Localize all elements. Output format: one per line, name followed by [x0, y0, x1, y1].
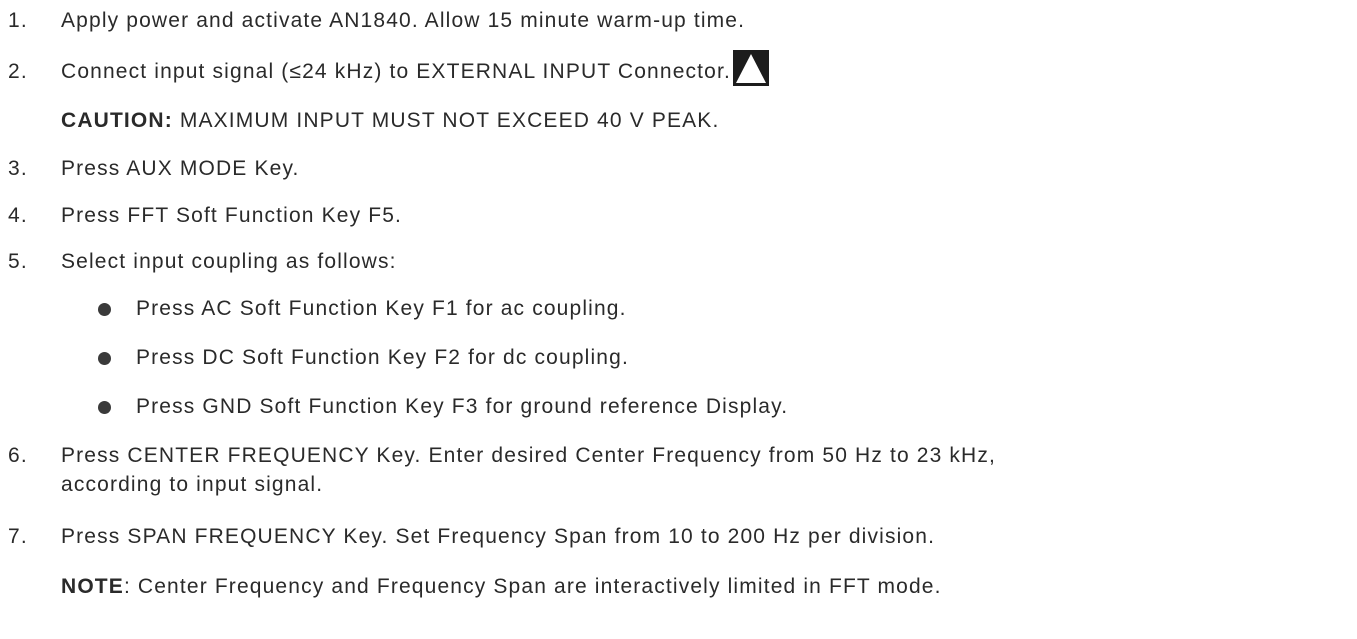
- bullet-icon: [98, 303, 111, 316]
- step-number: 4.: [8, 204, 28, 227]
- caution-label: CAUTION:: [61, 109, 173, 132]
- step-text: Press SPAN FREQUENCY Key. Set Frequency …: [61, 525, 936, 548]
- step-number: 2.: [8, 60, 28, 83]
- step-text: Press AUX MODE Key.: [61, 157, 300, 180]
- step-text: Press FFT Soft Function Key F5.: [61, 204, 403, 227]
- step-text: Connect input signal (≤24 kHz) to EXTERN…: [61, 60, 731, 83]
- warning-triangle-icon: [733, 50, 769, 86]
- caution-text: MAXIMUM INPUT MUST NOT EXCEED 40 V PEAK.: [172, 109, 720, 132]
- step-number: 6.: [8, 444, 28, 467]
- step-text: Apply power and activate AN1840. Allow 1…: [61, 9, 746, 32]
- bullet-icon: [98, 401, 111, 414]
- step-text: Press CENTER FREQUENCY Key. Enter desire…: [61, 444, 997, 467]
- step-number: 3.: [8, 157, 28, 180]
- step-text: according to input signal.: [61, 473, 324, 496]
- step-text: Select input coupling as follows:: [61, 250, 397, 273]
- step-number: 7.: [8, 525, 28, 548]
- note-text: : Center Frequency and Frequency Span ar…: [123, 575, 942, 598]
- note-label: NOTE: [61, 575, 124, 598]
- bullet-text: Press GND Soft Function Key F3 for groun…: [136, 395, 789, 418]
- step-number: 1.: [8, 9, 28, 32]
- bullet-icon: [98, 352, 111, 365]
- bullet-text: Press DC Soft Function Key F2 for dc cou…: [136, 346, 629, 369]
- bullet-text: Press AC Soft Function Key F1 for ac cou…: [136, 297, 627, 320]
- step-number: 5.: [8, 250, 28, 273]
